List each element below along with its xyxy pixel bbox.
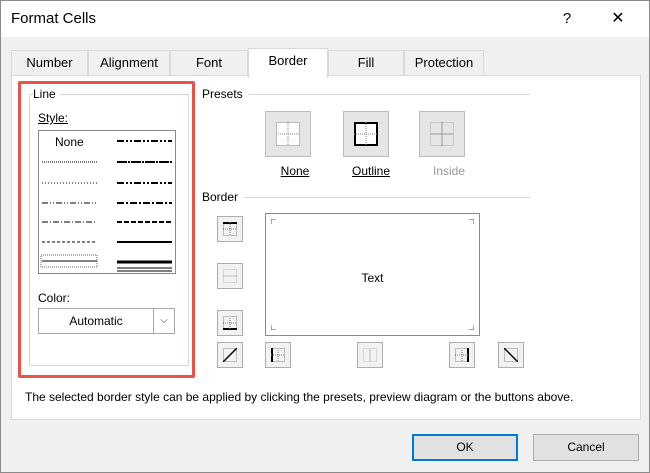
border-inside-horizontal-button	[217, 263, 243, 289]
tab-fill[interactable]: Fill	[328, 50, 404, 76]
tab-border[interactable]: Border	[248, 48, 328, 78]
instruction-text: The selected border style can be applied…	[25, 390, 574, 404]
border-left-button[interactable]	[265, 342, 291, 368]
border-inside-vertical-icon	[363, 348, 377, 362]
border-preview[interactable]: Text	[265, 213, 480, 336]
border-top-icon	[223, 222, 237, 236]
preset-none-label: None	[280, 164, 310, 178]
tab-alignment[interactable]: Alignment	[88, 50, 170, 76]
title-bar: Format Cells ? ✕	[1, 1, 649, 37]
border-inside-vertical-button	[357, 342, 383, 368]
preset-inside-button	[419, 111, 465, 157]
border-inside-horizontal-icon	[223, 269, 237, 283]
preset-inside-icon	[430, 122, 454, 146]
close-icon[interactable]: ✕	[603, 5, 633, 33]
preset-outline-button[interactable]	[343, 111, 389, 157]
border-bottom-button[interactable]	[217, 310, 243, 336]
color-label: Color:	[38, 291, 75, 305]
line-style-list: None	[38, 130, 176, 274]
tab-number[interactable]: Number	[11, 50, 88, 76]
tab-font[interactable]: Font	[170, 50, 248, 76]
line-group-label: Line	[33, 87, 60, 101]
preset-outline-icon	[354, 122, 378, 146]
preview-text: Text	[361, 271, 384, 285]
corner-mark-icon	[469, 219, 474, 224]
help-icon[interactable]: ?	[553, 5, 581, 33]
presets-separator	[249, 94, 530, 95]
tab-protection[interactable]: Protection	[404, 50, 484, 76]
border-diagonal-up-button[interactable]	[217, 342, 243, 368]
corner-mark-icon	[271, 219, 276, 224]
color-value: Automatic	[69, 314, 123, 328]
style-label: Style:	[38, 111, 73, 125]
dialog-title: Format Cells	[11, 10, 97, 27]
format-cells-dialog: Format Cells ? ✕ Number Alignment Font B…	[0, 0, 650, 473]
border-right-icon	[455, 348, 469, 362]
preset-outline-label: Outline	[351, 164, 391, 178]
diagonal-up-icon	[223, 348, 237, 362]
border-top-button[interactable]	[217, 216, 243, 242]
border-bottom-icon	[223, 316, 237, 330]
border-diagonal-down-button[interactable]	[498, 342, 524, 368]
presets-group-label: Presets	[202, 87, 247, 101]
corner-mark-icon	[271, 325, 276, 330]
border-separator	[244, 197, 530, 198]
corner-mark-icon	[469, 325, 474, 330]
border-left-icon	[271, 348, 285, 362]
ok-button[interactable]: OK	[412, 434, 518, 461]
color-dropdown[interactable]: Automatic ⌵	[38, 308, 175, 334]
chevron-down-icon[interactable]: ⌵	[153, 309, 174, 333]
preset-inside-label: Inside	[432, 164, 466, 178]
border-right-button[interactable]	[449, 342, 475, 368]
border-group-label: Border	[202, 190, 243, 204]
preset-none-button[interactable]	[265, 111, 311, 157]
cancel-button[interactable]: Cancel	[533, 434, 639, 461]
line-style-swatches[interactable]	[39, 131, 177, 275]
preset-none-icon	[276, 122, 300, 146]
diagonal-down-icon	[504, 348, 518, 362]
